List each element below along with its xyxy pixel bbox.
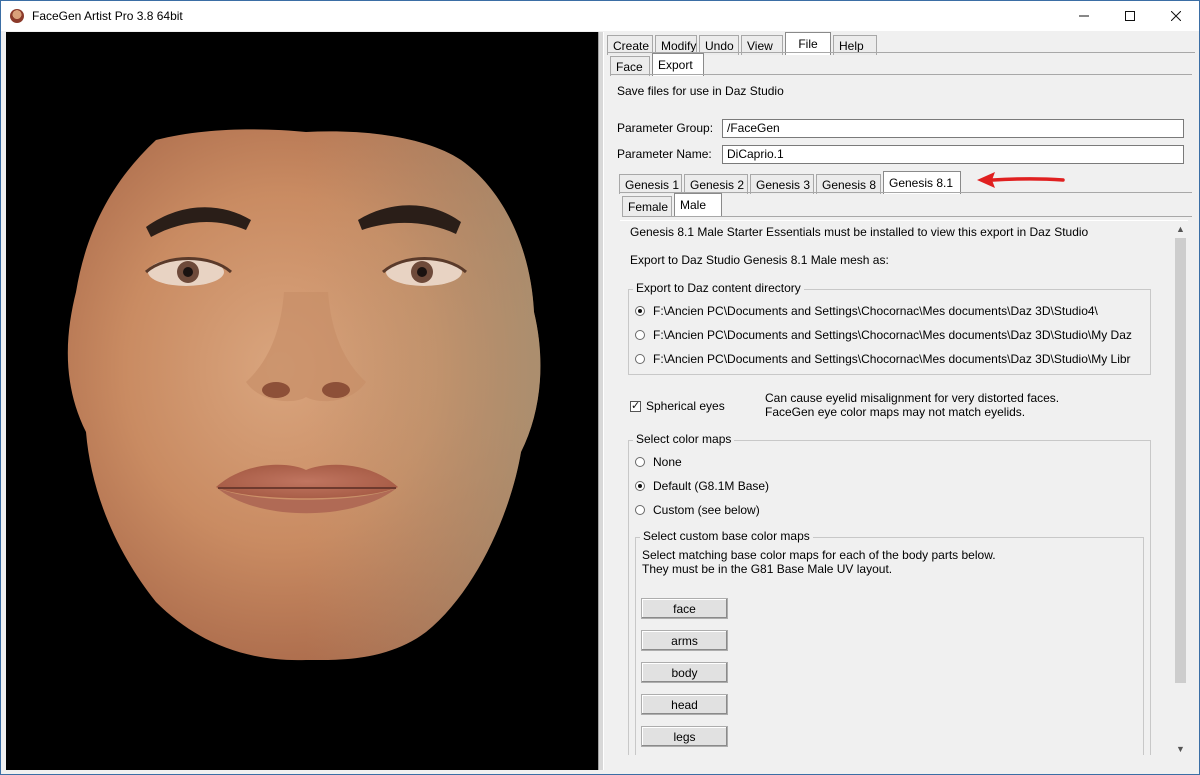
vertical-scrollbar[interactable]: ▲ ▼ [1173,221,1188,755]
face-map-button[interactable]: face [641,598,728,619]
tab-genesis-8-1[interactable]: Genesis 8.1 [883,171,961,194]
scrollbar-thumb[interactable] [1175,238,1186,683]
content-dir-option-2[interactable]: F:\Ancien PC\Documents and Settings\Choc… [635,328,1132,342]
radio-button[interactable] [635,457,645,467]
genesis-tab-row: Genesis 1 Genesis 2 Genesis 3 Genesis 8 … [619,171,963,194]
body-map-button[interactable]: body [641,662,728,683]
red-arrow-pointing-left-icon [977,172,1065,188]
scroll-up-icon[interactable]: ▲ [1173,221,1188,236]
color-map-default[interactable]: Default (G8.1M Base) [635,479,769,493]
face-model-render[interactable] [6,32,598,770]
content-directory-group: Export to Daz content directory F:\Ancie… [628,281,1151,375]
spherical-eyes-note-2: FaceGen eye color maps may not match eye… [765,405,1026,419]
subtab-divider [610,74,1192,75]
checkbox[interactable] [630,399,641,412]
close-button[interactable] [1153,1,1199,31]
color-maps-title: Select color maps [633,432,735,446]
tab-export[interactable]: Export [652,53,704,76]
spherical-eyes-checkbox[interactable]: Spherical eyes [630,399,725,413]
parameter-name-label: Parameter Name: [617,147,712,161]
content-dir-option-3[interactable]: F:\Ancien PC\Documents and Settings\Choc… [635,352,1131,366]
close-icon [1171,11,1181,21]
radio-button[interactable] [635,330,645,340]
window-controls [1061,1,1199,31]
facegen-app-icon [10,9,24,23]
export-mesh-label: Export to Daz Studio Genesis 8.1 Male me… [630,253,889,267]
parameter-group-label: Parameter Group: [617,121,714,135]
gender-tab-row: Female Male [622,193,724,216]
tab-male[interactable]: Male [674,193,722,216]
window-title: FaceGen Artist Pro 3.8 64bit [32,9,183,23]
custom-note-2: They must be in the G81 Base Male UV lay… [642,562,893,576]
radio-button[interactable] [635,306,645,316]
control-panel: Create Modify Undo View File Help Face E… [605,32,1197,770]
custom-color-maps-group: Select custom base color maps Select mat… [635,529,1144,755]
tab-genesis-3[interactable]: Genesis 3 [750,174,814,194]
radio-button[interactable] [635,481,645,491]
custom-note-1: Select matching base color maps for each… [642,548,996,562]
parameter-name-input[interactable]: DiCaprio.1 [722,145,1184,164]
tab-genesis-2[interactable]: Genesis 2 [684,174,748,194]
file-subtab-row: Face Export [610,53,706,76]
radio-button[interactable] [635,505,645,515]
custom-color-maps-title: Select custom base color maps [640,529,813,543]
title-bar[interactable]: FaceGen Artist Pro 3.8 64bit [1,1,1199,31]
color-map-custom[interactable]: Custom (see below) [635,503,760,517]
color-map-none[interactable]: None [635,455,682,469]
scroll-down-icon[interactable]: ▼ [1173,741,1188,755]
export-description: Save files for use in Daz Studio [617,84,784,98]
content-dir-option-1[interactable]: F:\Ancien PC\Documents and Settings\Choc… [635,304,1098,318]
tab-genesis-8[interactable]: Genesis 8 [816,174,881,194]
tab-female[interactable]: Female [622,196,672,216]
app-window: FaceGen Artist Pro 3.8 64bit Create Modi… [0,0,1200,775]
parameter-group-input[interactable]: /FaceGen [722,119,1184,138]
tab-face[interactable]: Face [610,56,650,76]
legs-map-button[interactable]: legs [641,726,728,747]
head-map-button[interactable]: head [641,694,728,715]
color-maps-group: Select color maps None Default (G8.1M Ba… [628,432,1151,755]
minimize-button[interactable] [1061,1,1107,31]
starter-essentials-notice: Genesis 8.1 Male Starter Essentials must… [630,225,1089,239]
maximize-icon [1125,11,1135,21]
tab-genesis-1[interactable]: Genesis 1 [619,174,682,194]
3d-viewport[interactable] [6,32,598,770]
content-directory-title: Export to Daz content directory [633,281,804,295]
maximize-button[interactable] [1107,1,1153,31]
male-export-options: Genesis 8.1 Male Starter Essentials must… [620,220,1188,755]
spherical-eyes-note-1: Can cause eyelid misalignment for very d… [765,391,1060,405]
arms-map-button[interactable]: arms [641,630,728,651]
gender-tab-divider [622,216,1192,217]
pane-splitter[interactable] [598,32,604,770]
minimize-icon [1079,15,1089,17]
radio-button[interactable] [635,354,645,364]
